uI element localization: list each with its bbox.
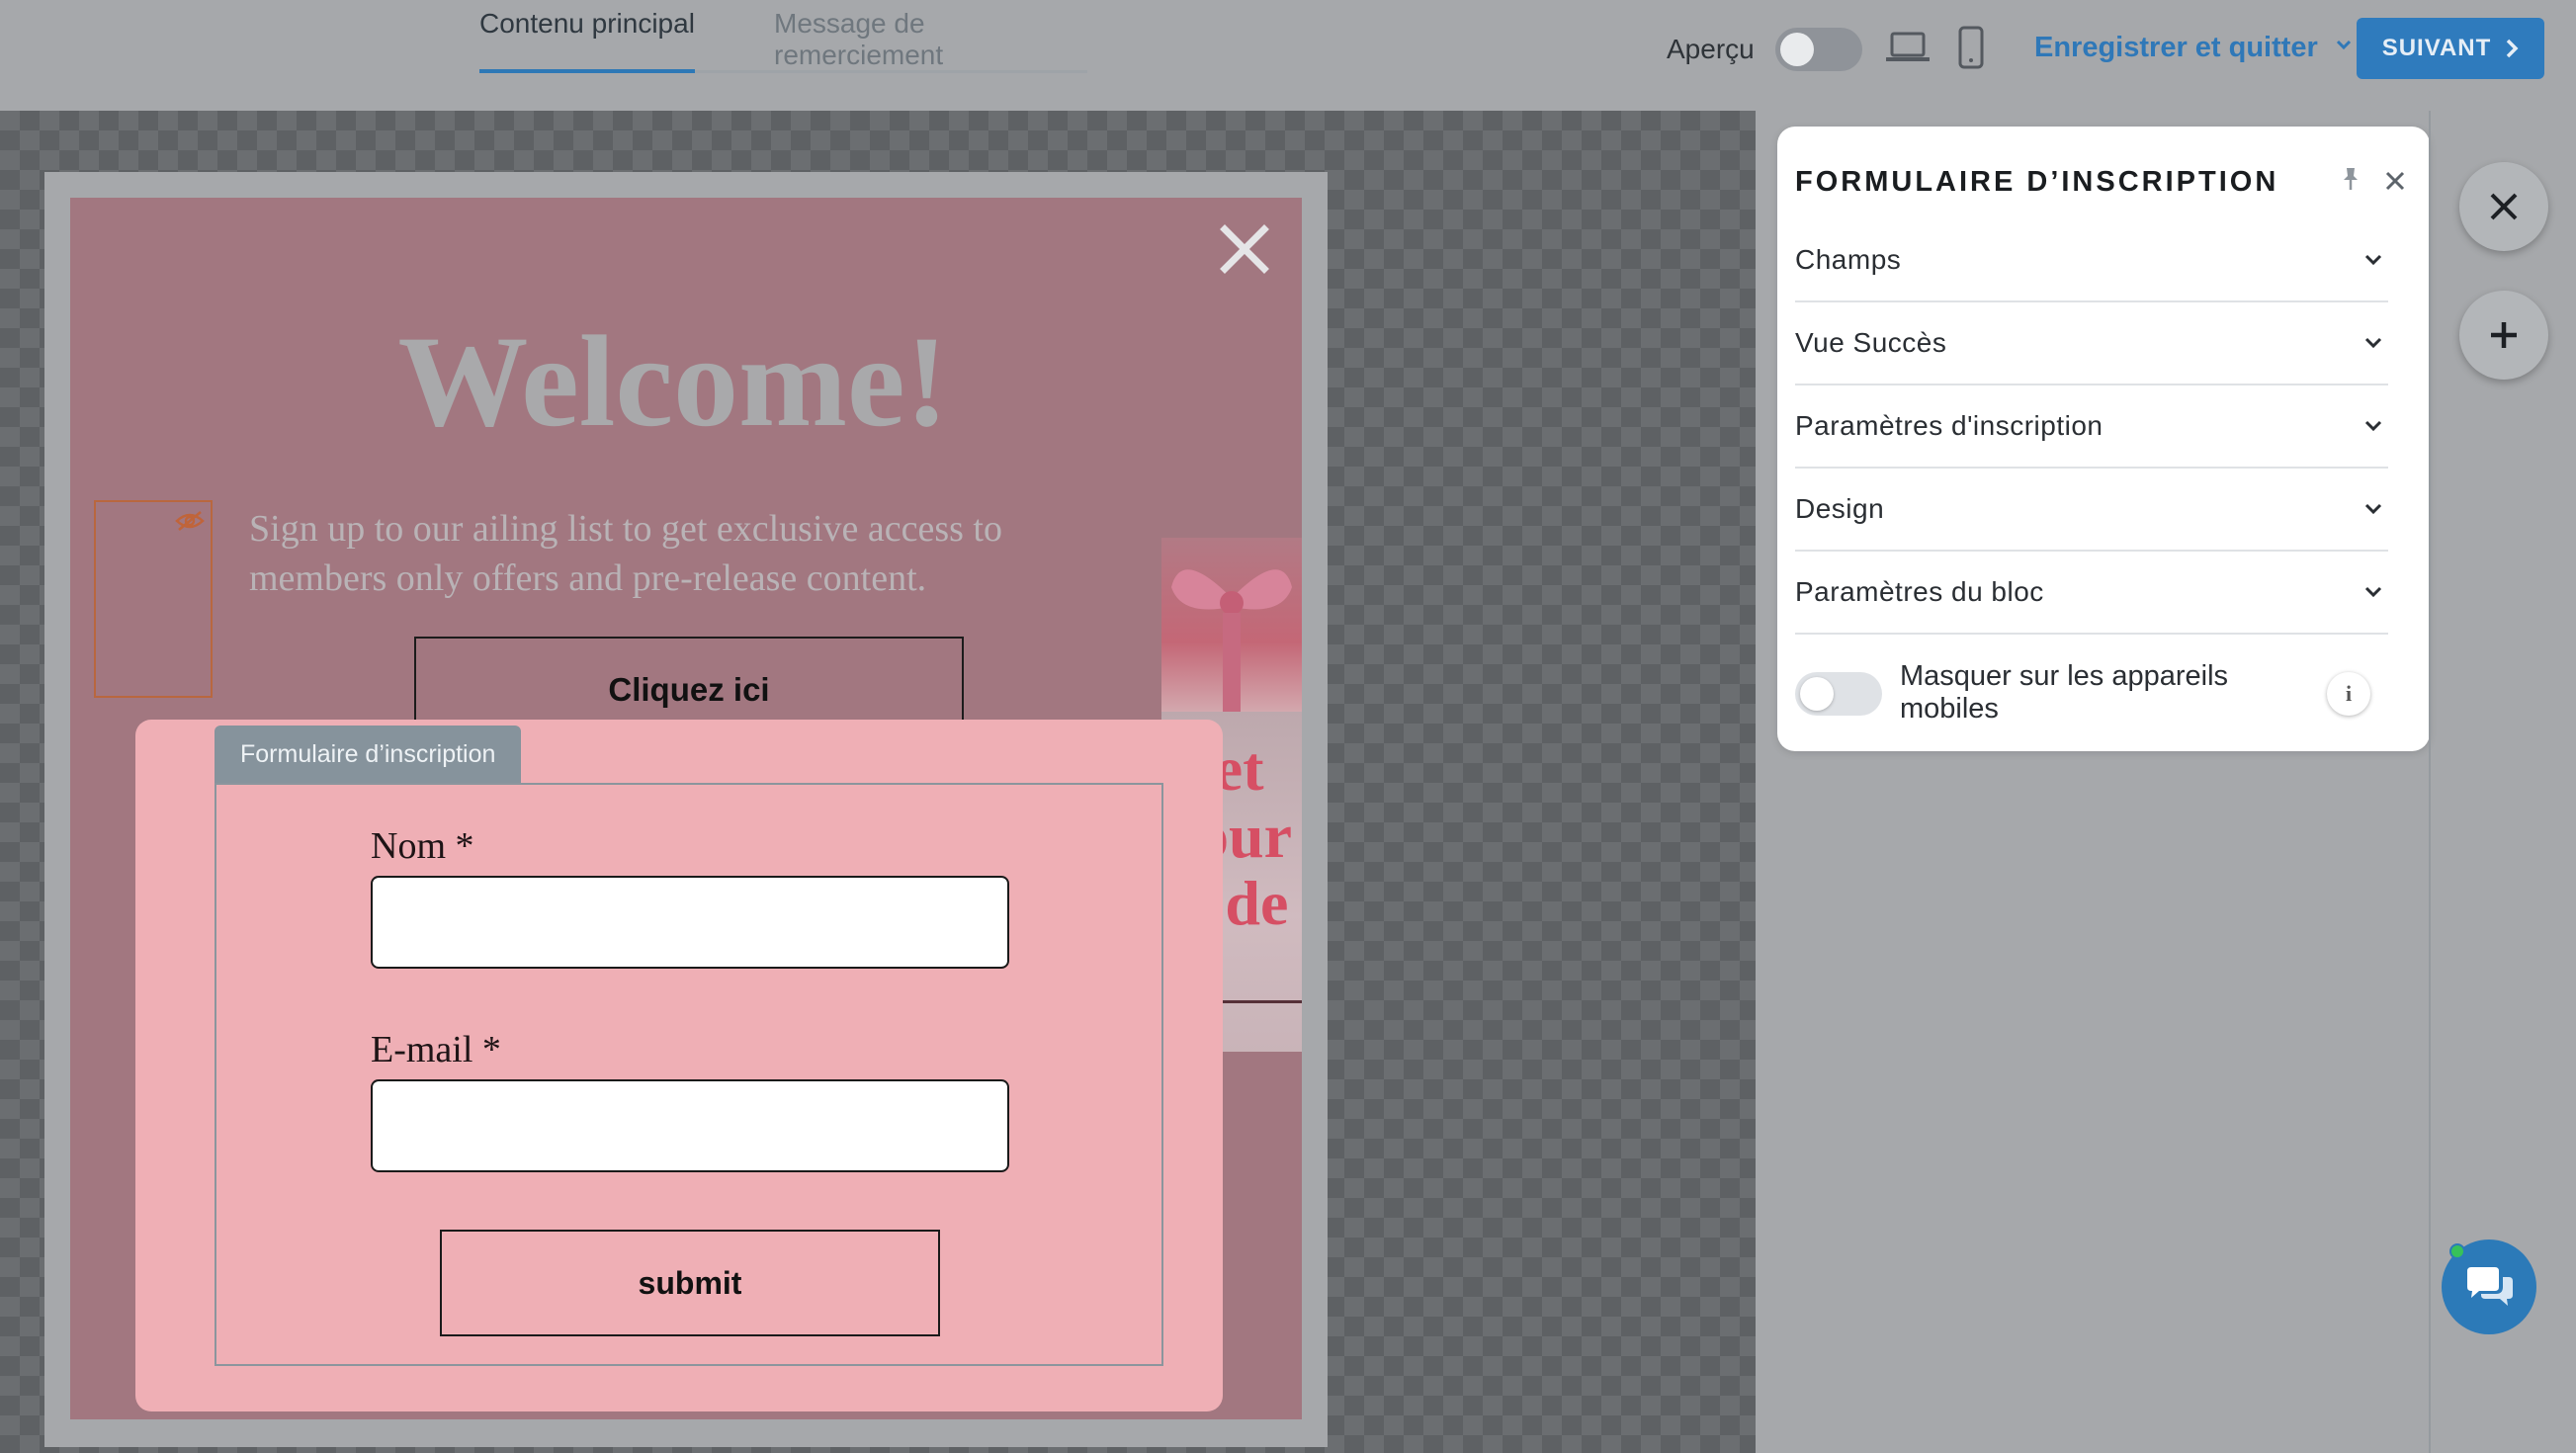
close-icon (2490, 193, 2518, 220)
editor-canvas: Welcome! Sign up to our ailing list to g… (0, 111, 1756, 1453)
chevron-down-icon (2364, 503, 2382, 515)
active-tab-indicator (479, 69, 695, 73)
next-label: SUIVANT (2381, 35, 2492, 61)
gift-bow-icon (1171, 569, 1292, 712)
chevron-down-icon (2364, 420, 2382, 432)
section-fields[interactable]: Champs (1795, 219, 2388, 302)
toggle-knob (1800, 677, 1834, 711)
preview-label: Aperçu (1667, 34, 1755, 64)
hide-on-mobile-label: Masquer sur les appareils mobiles (1900, 660, 2229, 725)
popup-frame: Welcome! Sign up to our ailing list to g… (44, 172, 1328, 1447)
name-field-label: Nom * (371, 825, 474, 867)
section-label: Paramètres du bloc (1795, 576, 2044, 607)
panel-title: FORMULAIRE D’INSCRIPTION (1795, 166, 2279, 198)
laptop-icon[interactable] (1886, 30, 1930, 65)
plus-icon (2491, 322, 2517, 348)
section-signup-settings[interactable]: Paramètres d'inscription (1795, 385, 2388, 469)
panel-close-icon[interactable] (2384, 170, 2406, 192)
popup-close-icon[interactable] (1217, 221, 1272, 277)
section-label: Design (1795, 493, 1885, 524)
section-block-settings[interactable]: Paramètres du bloc (1795, 552, 2388, 635)
chevron-down-icon (2364, 254, 2382, 266)
email-field-label: E-mail * (371, 1029, 501, 1070)
tab-main-content[interactable]: Contenu principal (479, 8, 695, 40)
tab-bar: Contenu principal Message de remerciemen… (479, 0, 1087, 73)
popup-intro-text: Sign up to our ailing list to get exclus… (249, 508, 1002, 599)
chat-bubbles-icon (2467, 1267, 2513, 1306)
next-button[interactable]: SUIVANT (2357, 18, 2544, 79)
popup-title: Welcome! (397, 308, 949, 454)
chevron-down-icon (2336, 40, 2351, 50)
info-icon[interactable]: i (2327, 672, 2370, 716)
section-design[interactable]: Design (1795, 469, 2388, 552)
section-label: Vue Succès (1795, 327, 1947, 358)
chevron-down-icon (2364, 337, 2382, 349)
chevron-right-icon (2507, 39, 2519, 58)
email-field[interactable] (371, 1079, 1009, 1172)
online-status-dot (2449, 1243, 2465, 1259)
section-success-view[interactable]: Vue Succès (1795, 302, 2388, 385)
mobile-icon[interactable] (1957, 26, 1985, 69)
tab-thank-you-message[interactable]: Message de remerciement (774, 8, 1087, 71)
submit-button[interactable]: submit (440, 1230, 940, 1336)
close-editor-button[interactable] (2459, 162, 2548, 251)
section-label: Champs (1795, 244, 1902, 275)
eye-off-icon (175, 511, 205, 531)
chevron-down-icon (2364, 586, 2382, 598)
settings-panel: FORMULAIRE D’INSCRIPTION Champs Vue Succ… (1777, 127, 2430, 751)
hidden-block-placeholder[interactable] (94, 500, 213, 698)
preview-toggle[interactable] (1775, 28, 1862, 71)
toggle-knob (1780, 33, 1814, 66)
add-block-button[interactable] (2459, 291, 2548, 380)
top-bar: Contenu principal Message de remerciemen… (0, 0, 2576, 111)
name-field[interactable] (371, 876, 1009, 969)
signup-form-block[interactable]: Formulaire d’inscription Nom * E-mail * … (135, 720, 1223, 1411)
pin-icon[interactable] (2339, 166, 2362, 192)
hide-on-mobile-toggle[interactable] (1795, 672, 1882, 716)
form-fields-box: Nom * E-mail * submit (215, 783, 1163, 1366)
save-and-quit-button[interactable]: Enregistrer et quitter (2034, 32, 2352, 64)
popup: Welcome! Sign up to our ailing list to g… (70, 198, 1302, 1419)
section-label: Paramètres d'inscription (1795, 410, 2104, 441)
gift-bow-image (1161, 538, 1302, 712)
save-and-quit-label: Enregistrer et quitter (2034, 32, 2318, 63)
form-block-tag[interactable]: Formulaire d’inscription (215, 726, 522, 783)
panel-divider (2429, 111, 2431, 1453)
